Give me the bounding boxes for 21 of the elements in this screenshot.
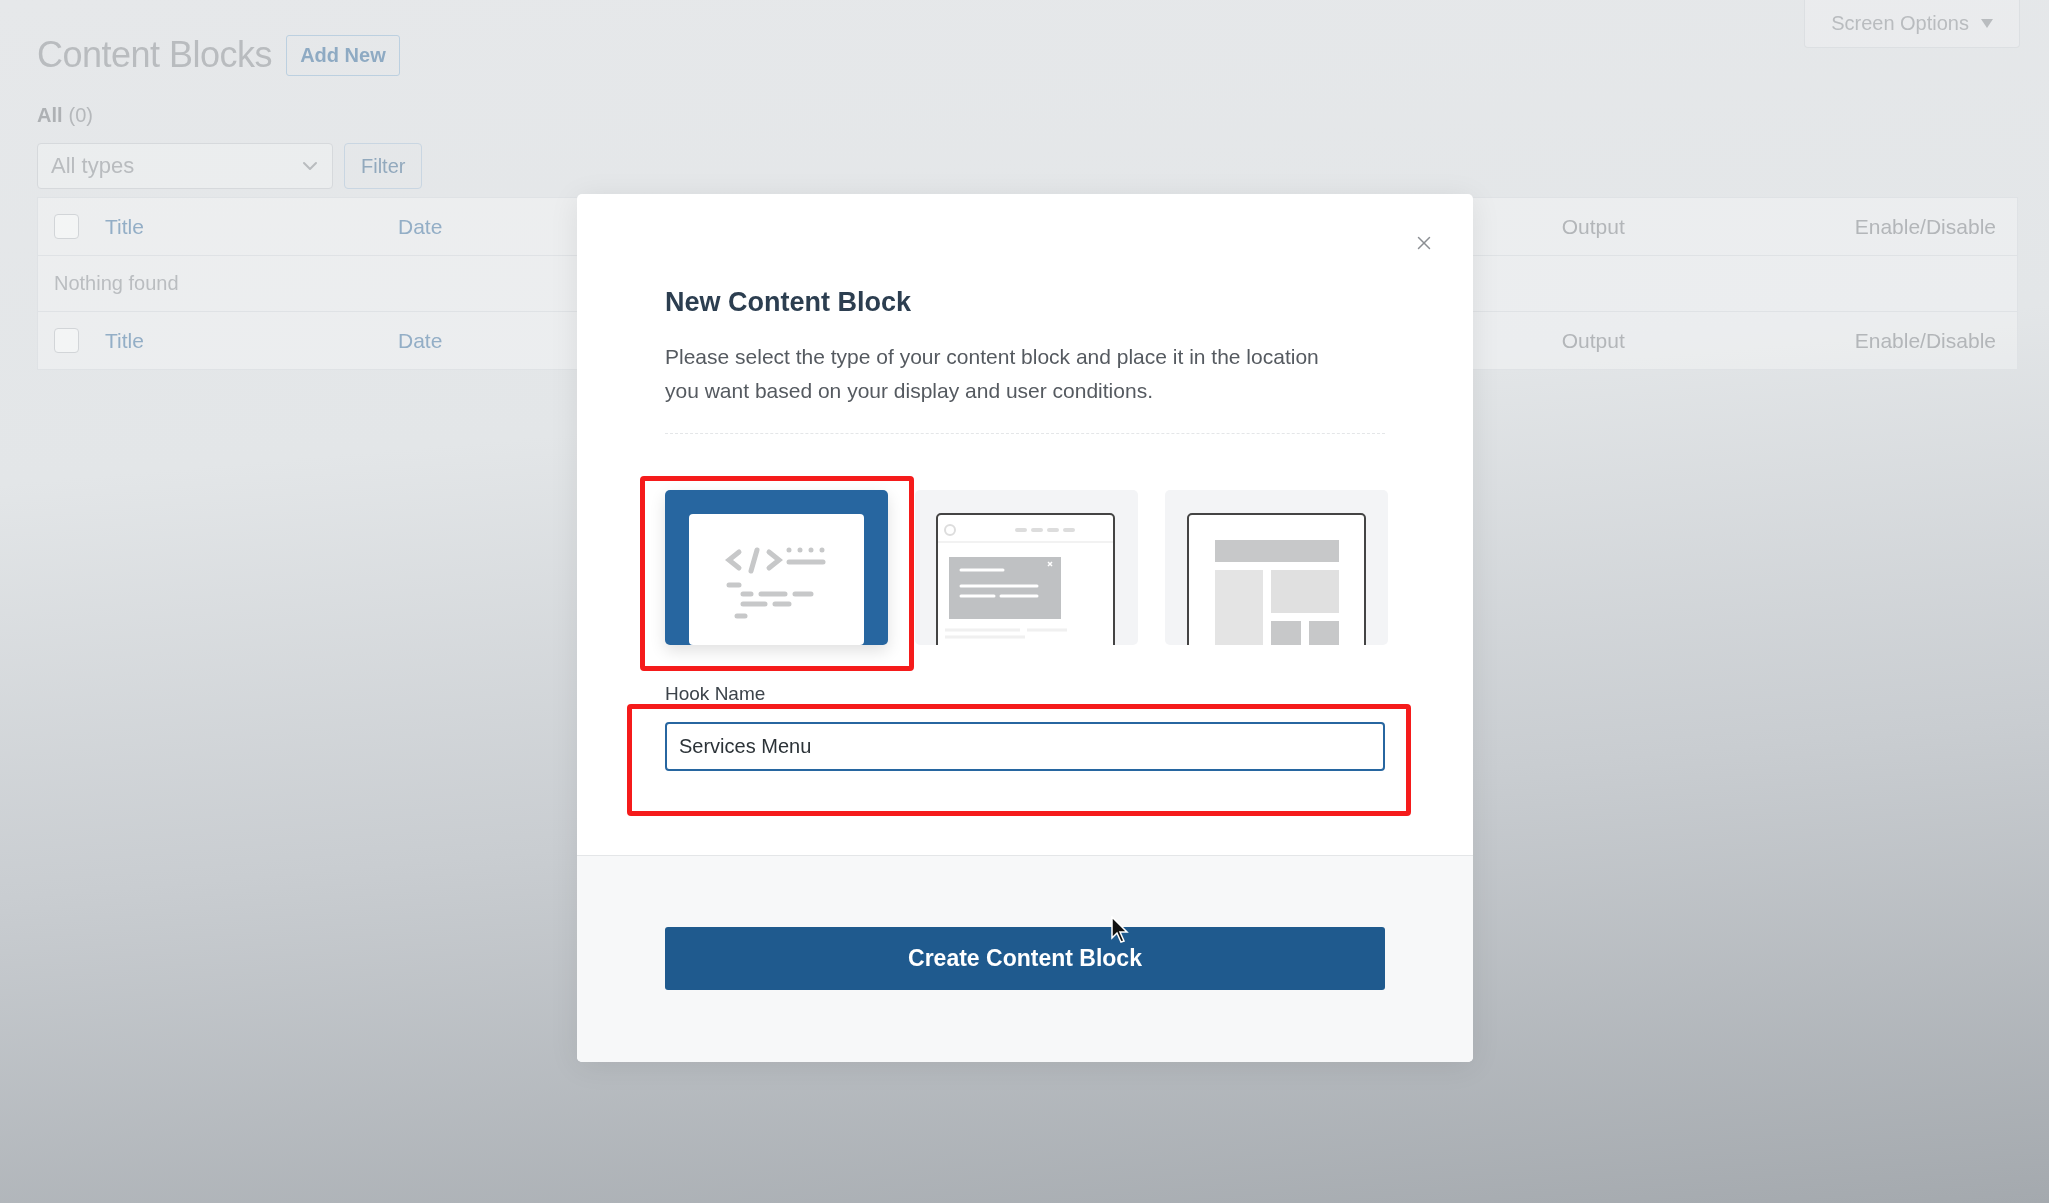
column-header: Enable/Disable — [1854, 214, 1996, 239]
hook-name-input[interactable]: Services Menu — [665, 722, 1385, 771]
field-label: Hook Name — [665, 683, 766, 705]
column-header: Enable/Disable — [1854, 328, 1996, 353]
popup-type-option[interactable] — [915, 490, 1138, 645]
row-checkbox[interactable] — [54, 214, 79, 239]
column-header: Output — [1561, 328, 1626, 353]
layout-type-option[interactable] — [1165, 490, 1388, 645]
modal-description: Please select the type of your content block and place it in the location you want based on your display and user conditions. — [665, 344, 1320, 404]
modal-title: New Content Block — [665, 287, 913, 318]
mouse-pointer-icon — [1111, 916, 1131, 944]
row-checkbox[interactable] — [54, 328, 79, 353]
column-sort-link[interactable]: Title — [105, 214, 398, 239]
column-header: Output — [1561, 214, 1626, 239]
add-new-button[interactable]: Add New — [286, 34, 400, 76]
code-type-option[interactable] — [665, 490, 888, 645]
view-link[interactable]: All — [37, 104, 63, 127]
create-button[interactable]: Create Content Block — [665, 927, 1385, 990]
caret-down-icon — [1981, 19, 1993, 28]
column-sort-link[interactable]: Title — [105, 328, 398, 353]
filter-button[interactable]: Filter — [344, 143, 423, 189]
